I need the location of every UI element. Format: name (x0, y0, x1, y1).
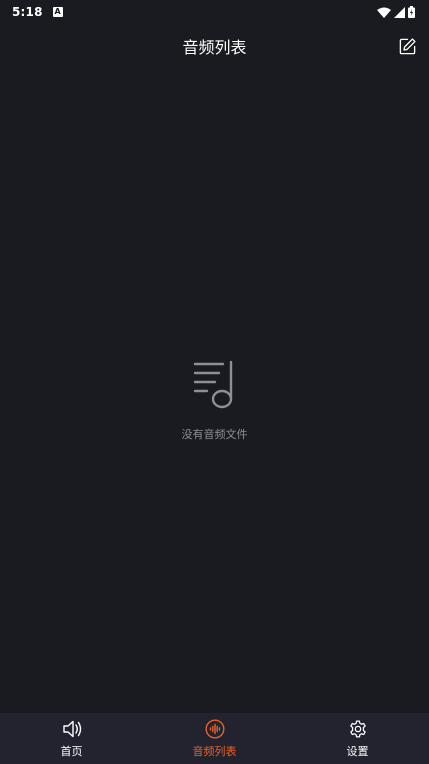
signal-icon (394, 6, 405, 18)
status-time: 5:18 (12, 5, 43, 19)
nav-item-audio-list[interactable]: 音频列表 (143, 713, 286, 764)
nav-icon-wrap (61, 718, 83, 740)
status-right (377, 6, 415, 18)
bottom-nav: 首页 音频列表 设置 (0, 713, 429, 764)
status-left: 5:18 A (12, 5, 63, 19)
status-bar: 5:18 A (0, 0, 429, 24)
wifi-icon (377, 7, 391, 18)
app-screen: 5:18 A 音频列表 没有音频文件 首页 音频列表 设置 (0, 0, 429, 764)
nav-item-home[interactable]: 首页 (0, 713, 143, 764)
empty-state: 没有音频文件 (0, 360, 429, 442)
nav-icon-wrap (204, 718, 226, 740)
audio-wave-icon (204, 719, 225, 739)
speaker-icon (62, 720, 81, 738)
empty-message: 没有音频文件 (181, 428, 248, 441)
nav-label-settings: 设置 (346, 745, 369, 758)
gear-icon (349, 720, 366, 738)
nav-icon-wrap (347, 718, 369, 740)
nav-label-audio-list: 音频列表 (192, 745, 237, 758)
page-title: 音频列表 (182, 38, 247, 57)
edit-button[interactable] (397, 36, 417, 56)
nav-label-home: 首页 (60, 745, 83, 758)
battery-icon (408, 6, 415, 18)
a-letter-icon: A (52, 7, 63, 17)
nav-item-settings[interactable]: 设置 (286, 713, 429, 764)
edit-icon (399, 37, 416, 54)
title-bar: 音频列表 (0, 30, 429, 62)
playlist-music-icon (193, 360, 232, 409)
